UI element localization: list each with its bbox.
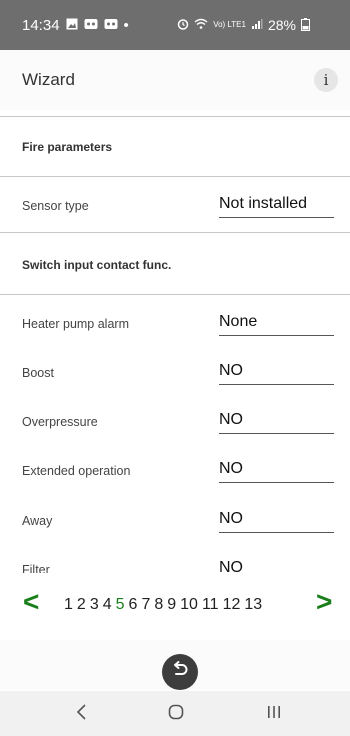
row-label-extended-operation: Extended operation <box>22 464 131 478</box>
app-bar: Wizard i <box>0 50 350 110</box>
section-divider <box>0 176 350 177</box>
status-bar: 14:34 • Vo) LTE1 28% <box>0 0 350 50</box>
row-label-heater-pump-alarm: Heater pump alarm <box>22 317 129 331</box>
page-6[interactable]: 6 <box>129 596 138 614</box>
nav-back-icon[interactable] <box>76 703 88 726</box>
gallery-icon <box>66 18 78 32</box>
row-label-away: Away <box>22 514 53 528</box>
filter-field[interactable]: NO <box>219 559 334 573</box>
status-dot: • <box>123 16 129 34</box>
sensor-type-field[interactable]: Not installed <box>219 195 334 218</box>
row-label-sensor-type: Sensor type <box>22 199 89 213</box>
page-9[interactable]: 9 <box>167 596 176 614</box>
clipped-row-container: Filter NO <box>0 550 350 573</box>
info-button[interactable]: i <box>314 68 338 92</box>
bottom-action-area <box>0 640 350 690</box>
section-divider <box>0 232 350 233</box>
overpressure-field[interactable]: NO <box>219 411 334 434</box>
nav-recents-icon[interactable] <box>266 703 282 726</box>
page-5-current[interactable]: 5 <box>116 596 125 614</box>
battery-icon <box>301 17 310 33</box>
next-page-arrow[interactable]: > <box>316 586 332 618</box>
boost-field[interactable]: NO <box>219 362 334 385</box>
page-11[interactable]: 11 <box>202 596 219 614</box>
notification-icon-2 <box>104 18 118 32</box>
wifi-icon <box>194 18 208 32</box>
page-1[interactable]: 1 <box>64 596 73 614</box>
extended-operation-field[interactable]: NO <box>219 460 334 483</box>
undo-icon <box>170 660 190 685</box>
page-3[interactable]: 3 <box>90 596 99 614</box>
network-label: Vo) LTE1 <box>213 20 246 29</box>
page-7[interactable]: 7 <box>141 596 150 614</box>
row-label-filter: Filter <box>22 563 50 573</box>
pager: < 1 2 3 4 5 6 7 8 9 10 11 12 13 > <box>0 584 350 624</box>
away-field[interactable]: NO <box>219 510 334 533</box>
status-time: 14:34 <box>22 16 60 34</box>
nav-home-icon[interactable] <box>168 703 184 726</box>
info-icon: i <box>323 71 329 89</box>
notification-icon <box>84 18 98 32</box>
page-12[interactable]: 12 <box>223 596 241 614</box>
section-fire-parameters: Fire parameters <box>22 140 113 154</box>
page-10[interactable]: 10 <box>180 596 198 614</box>
page-numbers: 1 2 3 4 5 6 7 8 9 10 11 12 13 <box>64 596 262 614</box>
page-8[interactable]: 8 <box>154 596 163 614</box>
prev-page-arrow[interactable]: < <box>23 586 39 618</box>
app-bar-divider <box>0 116 350 117</box>
section-switch-input: Switch input contact func. <box>22 258 172 272</box>
row-label-boost: Boost <box>22 366 54 380</box>
heater-pump-alarm-field[interactable]: None <box>219 313 334 336</box>
page-2[interactable]: 2 <box>77 596 86 614</box>
page-13[interactable]: 13 <box>244 596 262 614</box>
page-4[interactable]: 4 <box>103 596 112 614</box>
system-nav-bar <box>0 691 350 736</box>
row-label-overpressure: Overpressure <box>22 415 98 429</box>
section-divider <box>0 294 350 295</box>
alarm-icon <box>177 18 189 32</box>
battery-percent: 28% <box>267 17 296 33</box>
page-title: Wizard <box>22 70 75 89</box>
undo-button[interactable] <box>162 654 198 690</box>
signal-icon <box>251 18 263 32</box>
